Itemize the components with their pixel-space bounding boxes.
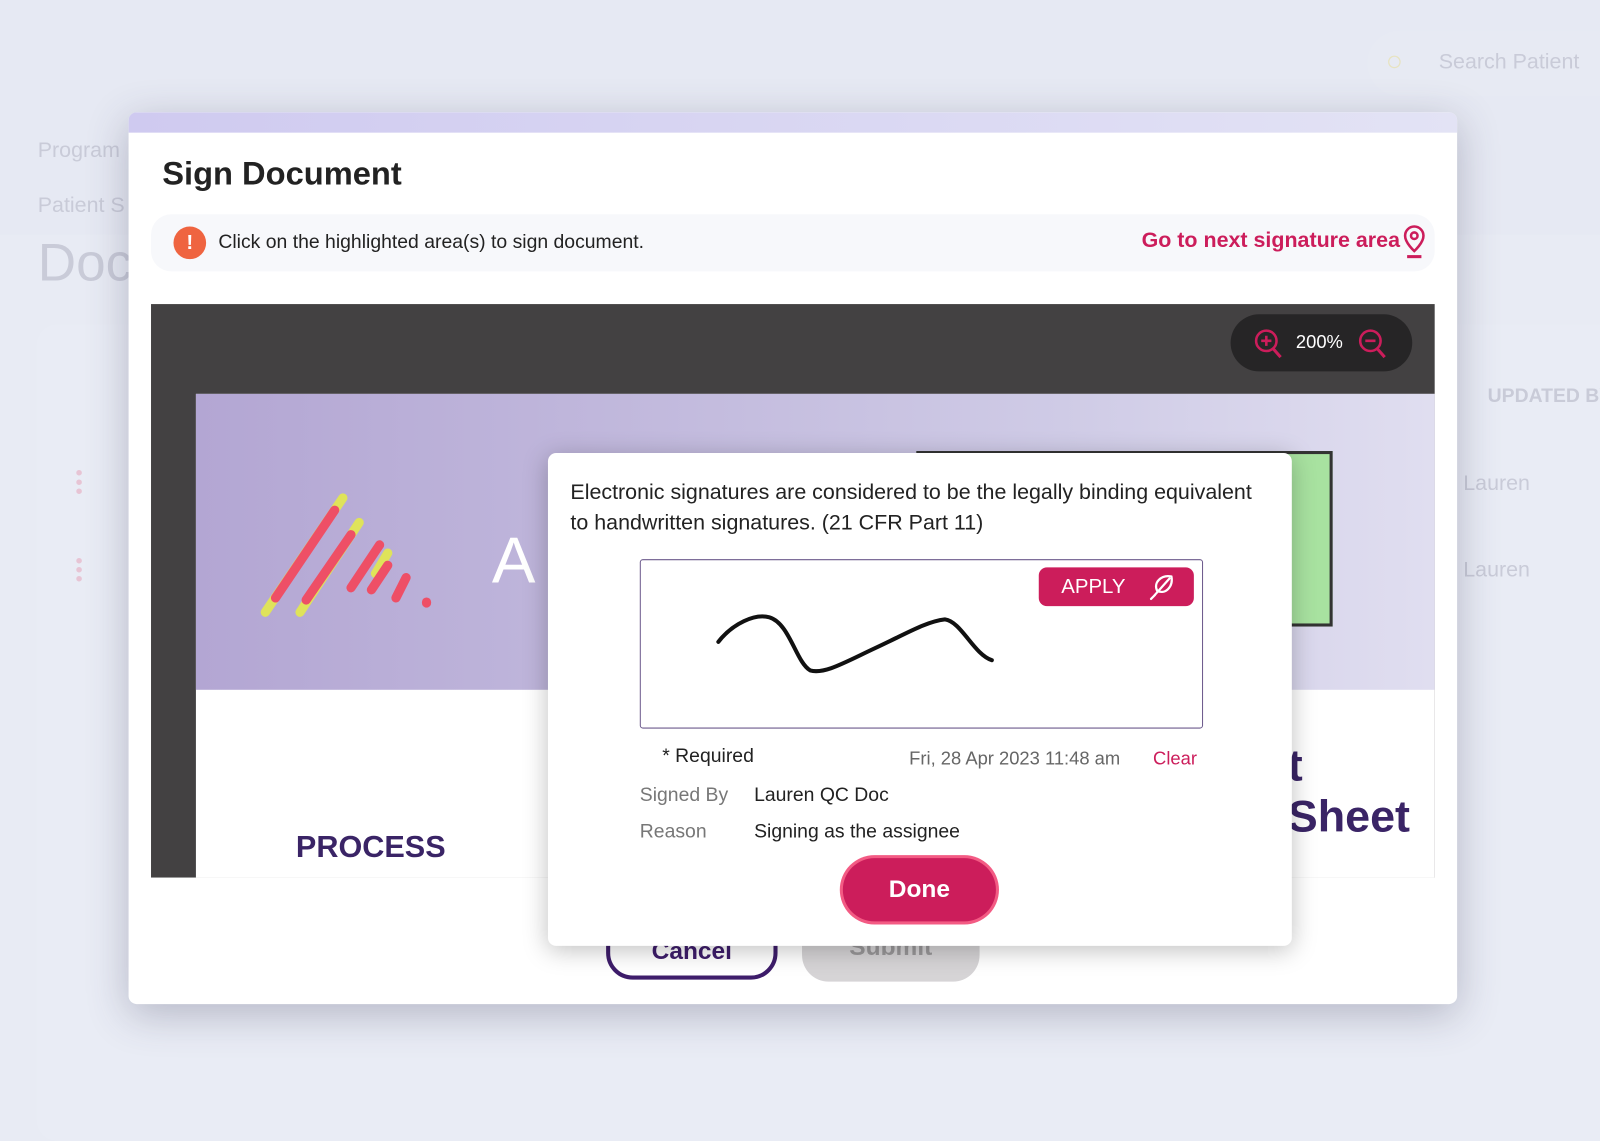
signature-pad[interactable]: APPLY (639, 559, 1204, 729)
section-heading: PROCESS (295, 830, 446, 865)
zoom-in-icon[interactable] (1253, 328, 1284, 361)
feather-pen-icon (1149, 575, 1173, 601)
warning-icon: ! (173, 226, 207, 260)
required-note: * Required (662, 745, 754, 768)
legal-notice: Electronic signatures are considered to … (570, 480, 1252, 535)
company-logo (260, 493, 432, 617)
info-banner: ! Click on the highlighted area(s) to si… (151, 214, 1435, 272)
breadcrumb-program[interactable]: Program (38, 139, 120, 163)
signed-by-value: Lauren QC Doc (754, 784, 889, 807)
zoom-out-icon[interactable] (1357, 328, 1388, 361)
breadcrumb-patient[interactable]: Patient S (38, 194, 125, 218)
reason-value: Signing as the assignee (754, 821, 960, 843)
location-pin-icon[interactable] (1402, 224, 1426, 259)
info-text: Click on the highlighted area(s) to sign… (218, 231, 645, 254)
search-icon: ○ (1385, 44, 1403, 77)
background-page-title: Doc (37, 233, 133, 293)
row-menu-icon[interactable]: • • • (76, 463, 83, 502)
reason-label: Reason (639, 821, 707, 843)
zoom-level: 200% (1295, 331, 1343, 353)
search-placeholder: Search Patient (1438, 49, 1580, 74)
signed-by-label: Signed By (639, 784, 729, 807)
next-signature-link[interactable]: Go to next signature area (1142, 229, 1400, 253)
apply-label: APPLY (1061, 575, 1126, 598)
modal-top-bar (128, 112, 1458, 133)
row-updated-by: Lauren (1463, 558, 1530, 582)
clear-signature-link[interactable]: Clear (1153, 748, 1197, 769)
row-updated-by: Lauren (1463, 471, 1530, 495)
zoom-control: 200% (1230, 314, 1413, 372)
search-patient-input[interactable]: ○ Search Patient (1367, 30, 1600, 96)
banner-letter: A (491, 523, 536, 597)
done-button[interactable]: Done (842, 858, 996, 922)
signature-popup: Electronic signatures are considered to … (547, 453, 1292, 946)
document-title: t Sheet (1287, 740, 1411, 842)
signature-timestamp: Fri, 28 Apr 2023 11:48 am (909, 747, 1121, 769)
apply-button[interactable]: APPLY (1038, 567, 1194, 607)
modal-title: Sign Document (162, 155, 402, 192)
row-menu-icon[interactable]: • • • (76, 551, 83, 590)
